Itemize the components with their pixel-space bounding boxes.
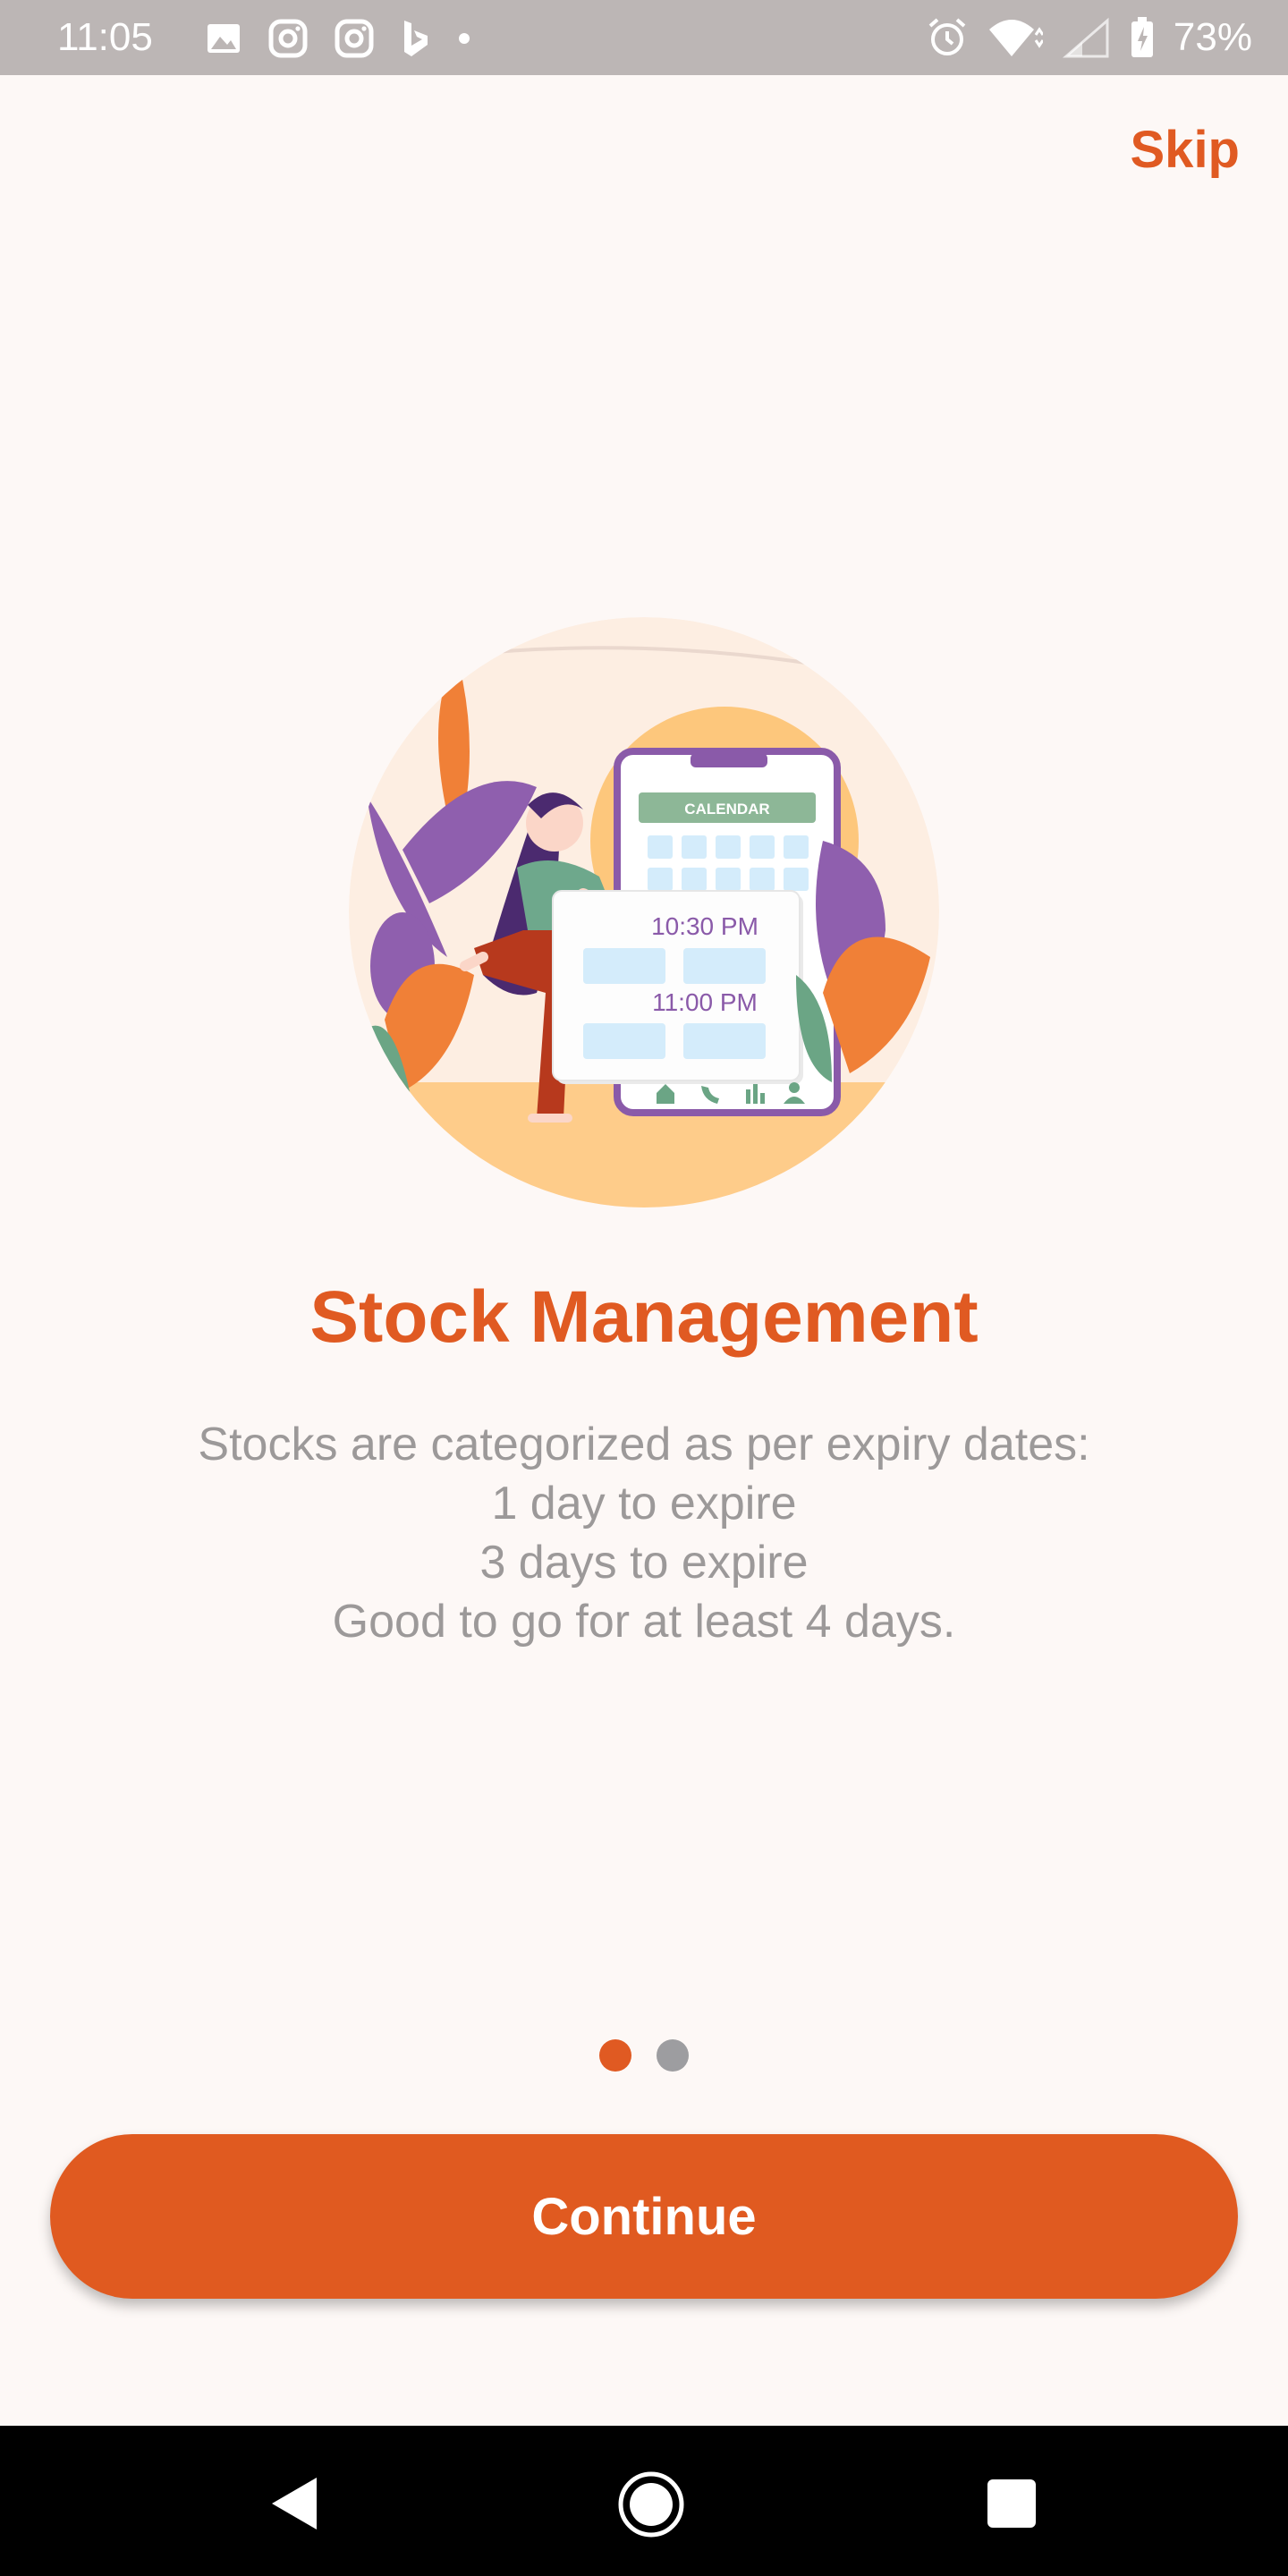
onboarding-title: Stock Management xyxy=(309,1276,979,1358)
onboarding-illustration: CALENDAR 10:30 PM 11:00 PM xyxy=(349,617,939,1208)
home-icon[interactable] xyxy=(617,2470,685,2538)
battery-percentage: 73% xyxy=(1173,15,1252,59)
status-bar: 11:05 73% xyxy=(0,0,1288,75)
navigation-bar xyxy=(0,2426,1288,2576)
system-icons: 73% xyxy=(927,13,1252,63)
calendar-label: CALENDAR xyxy=(684,801,769,818)
continue-button[interactable]: Continue xyxy=(50,2134,1238,2299)
battery-icon xyxy=(1131,17,1153,57)
status-time: 11:05 xyxy=(57,15,153,59)
description-line: 1 day to expire xyxy=(491,1478,797,1530)
description-line: Good to go for at least 4 days. xyxy=(332,1596,956,1648)
wifi-icon xyxy=(988,20,1043,56)
alarm-icon xyxy=(928,18,966,55)
description-line: 3 days to expire xyxy=(479,1537,809,1589)
page-dot-active[interactable] xyxy=(599,2039,631,2072)
signal-icon xyxy=(1062,17,1109,58)
dot-icon xyxy=(459,33,470,44)
back-icon[interactable] xyxy=(270,2476,318,2531)
onboarding-description: Stocks are categorized as per expiry dat… xyxy=(0,1415,1288,1651)
time-1: 10:30 PM xyxy=(651,912,758,940)
description-line: Stocks are categorized as per expiry dat… xyxy=(198,1419,1090,1470)
page-dot[interactable] xyxy=(657,2039,689,2072)
notification-icons xyxy=(206,18,470,59)
instagram-icon xyxy=(268,19,308,58)
instagram-icon xyxy=(335,19,374,58)
skip-button[interactable]: Skip xyxy=(1131,114,1241,186)
image-icon xyxy=(208,24,240,53)
page-indicator xyxy=(0,2039,1288,2072)
bing-icon xyxy=(404,21,428,56)
recent-apps-icon[interactable] xyxy=(987,2479,1036,2528)
time-2: 11:00 PM xyxy=(652,988,758,1016)
